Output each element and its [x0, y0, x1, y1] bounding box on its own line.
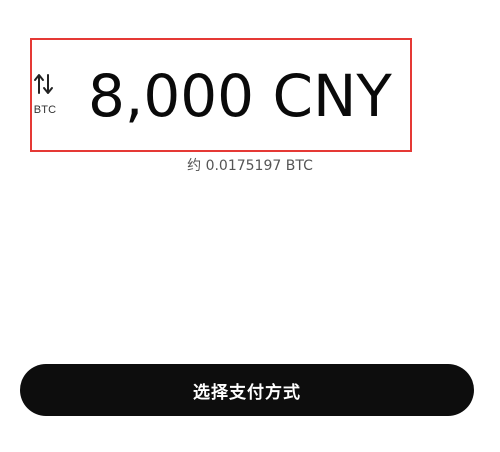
swap-arrows-icon[interactable] [33, 72, 55, 96]
toggle-currency-label: BTC [33, 104, 57, 116]
select-payment-method-button[interactable]: 选择支付方式 [20, 364, 474, 416]
conversion-estimate: 约 0.0175197 BTC [187, 158, 313, 174]
amount-value: 8,000 CNY [88, 62, 392, 130]
currency-toggle-button[interactable]: BTC [31, 72, 59, 122]
